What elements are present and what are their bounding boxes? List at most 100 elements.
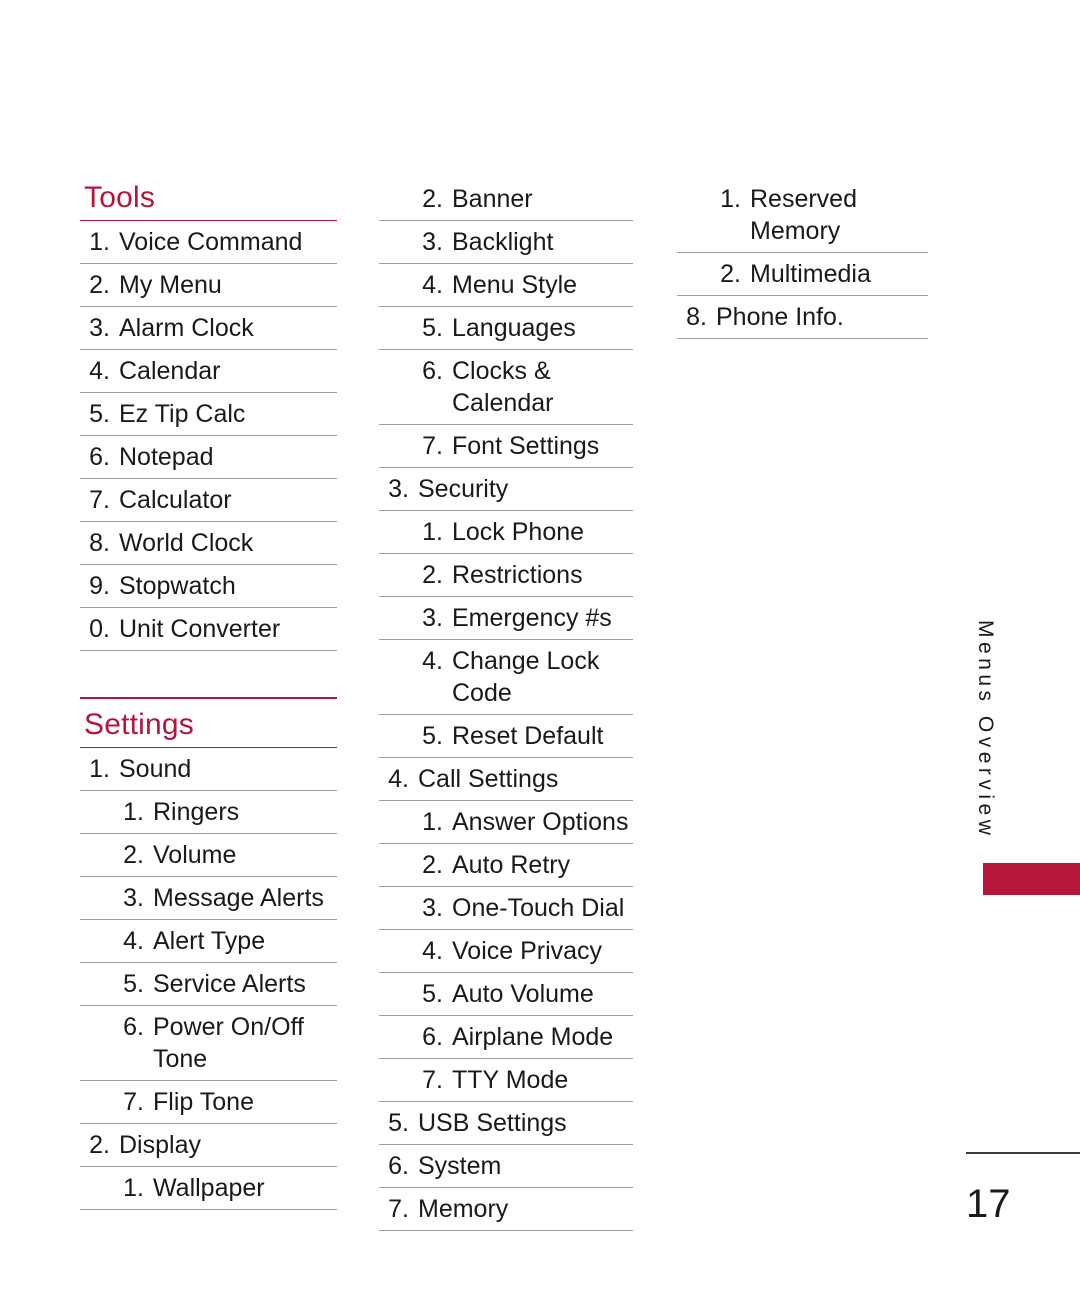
side-tab-label: Menus Overview [974,620,997,840]
menu-item-number: 4. [388,765,409,793]
menu-item-number: 1. [123,798,144,826]
menu-item-number: 5. [422,980,443,1008]
menu-item-label: Multimedia [750,260,871,288]
menu-item-number: 3. [123,884,144,912]
menu-item-number: 1. [89,228,110,256]
menu-item-label: Wallpaper [153,1174,265,1202]
menu-item-label: Clocks & Calendar [452,357,554,417]
menu-item-number: 4. [89,357,110,385]
menu-item: 2. My Menu [80,264,337,307]
footer-rule [966,1152,1080,1154]
menu-item-label: Reset Default [452,722,604,750]
menu-item: 3. Backlight [379,221,633,264]
menu-item: 3. Message Alerts [80,877,337,920]
menu-item-label: Airplane Mode [452,1023,614,1051]
menu-item: 2. Display [80,1124,337,1167]
menu-item: 4. Menu Style [379,264,633,307]
menu-item: 6. Airplane Mode [379,1016,633,1059]
menu-item-number: 8. [686,303,707,331]
menu-item-label: Notepad [119,443,214,471]
menu-item: 2. Banner [379,178,633,221]
menu-column-1: Tools 1. Voice Command 2. My Menu 3. Alarm Clo… [80,178,337,1210]
menu-item-label: Font Settings [452,432,600,460]
menu-item: 4. Calendar [80,350,337,393]
menu-item-number: 7. [422,432,443,460]
menu-item: 5. Auto Volume [379,973,633,1016]
menu-item: 2. Restrictions [379,554,633,597]
menu-item-number: 6. [422,1023,443,1051]
menu-item-label: Ez Tip Calc [119,400,246,428]
menu-item-label: Message Alerts [153,884,324,912]
menu-column-2: 2. Banner 3. Backlight 4. Menu Style 5. Languag… [379,178,633,1231]
menu-item-label: Voice Command [119,228,303,256]
menu-item-number: 4. [422,271,443,299]
menu-item-label: Call Settings [418,765,559,793]
menu-item: 3. Security [379,468,633,511]
menu-item-label: System [418,1152,502,1180]
menu-item-label: Voice Privacy [452,937,603,965]
menu-item-number: 7. [422,1066,443,1094]
menu-item-label: Lock Phone [452,518,585,546]
menu-item: 1. Ringers [80,791,337,834]
menu-item: 7. TTY Mode [379,1059,633,1102]
menu-item-label: Change Lock Code [452,647,600,707]
menu-item: 4. Voice Privacy [379,930,633,973]
menu-item-number: 2. [422,561,443,589]
menu-item-number: 6. [123,1013,144,1041]
menu-item-label: Languages [452,314,576,342]
menu-item-label: Auto Volume [452,980,594,1008]
menu-item-number: 1. [422,808,443,836]
menu-item: 9. Stopwatch [80,565,337,608]
menu-item: 6. System [379,1145,633,1188]
menu-item-number: 5. [388,1109,409,1137]
menu-item-label: Menu Style [452,271,578,299]
menu-item-label: Alarm Clock [119,314,254,342]
menu-item-label: My Menu [119,271,222,299]
side-tab-marker [983,863,1080,895]
menu-item: 5. Service Alerts [80,963,337,1006]
menu-item-number: 2. [123,841,144,869]
menu-item-label: Service Alerts [153,970,306,998]
section-heading: Tools [80,178,337,221]
menu-item: 1. Reserved Memory [677,178,928,253]
menu-item: 2. Volume [80,834,337,877]
menu-item: 7. Memory [379,1188,633,1231]
menu-item-label: One-Touch Dial [452,894,625,922]
menu-item-number: 1. [422,518,443,546]
menu-item: 6. Clocks & Calendar [379,350,633,425]
menu-item-label: Restrictions [452,561,583,589]
menu-item-number: 5. [422,314,443,342]
menu-item: 7. Calculator [80,479,337,522]
menu-item-label: Security [418,475,509,503]
menu-item: 1. Wallpaper [80,1167,337,1210]
menu-item-number: 5. [123,970,144,998]
menu-item-number: 5. [89,400,110,428]
menu-item: 7. Flip Tone [80,1081,337,1124]
menu-item-label: USB Settings [418,1109,567,1137]
menu-item-label: Calendar [119,357,221,385]
menu-item-label: Reserved Memory [750,185,857,245]
menu-column-3: 1. Reserved Memory 2. Multimedia 8. Phone Inf… [677,178,928,339]
menu-item-number: 4. [123,927,144,955]
menu-item-number: 7. [89,486,110,514]
menu-item-label: Auto Retry [452,851,571,879]
menu-item-label: Stopwatch [119,572,236,600]
menu-item-number: 5. [422,722,443,750]
menu-item-number: 7. [123,1088,144,1116]
menu-item-number: 2. [422,185,443,213]
menu-item-number: 3. [388,475,409,503]
section-heading: Settings [80,697,337,748]
menu-item-number: 2. [422,851,443,879]
menu-item-label: Backlight [452,228,554,256]
menu-item-number: 4. [422,647,443,675]
page-number: 17 [966,1182,1011,1226]
menu-item-label: Memory [418,1195,509,1223]
menu-item-label: Banner [452,185,533,213]
menu-item-label: Volume [153,841,237,869]
menu-item: 1. Lock Phone [379,511,633,554]
menu-item: 4. Alert Type [80,920,337,963]
menu-item-label: Sound [119,755,192,783]
menu-item: 1. Voice Command [80,221,337,264]
menu-item: 1. Sound [80,748,337,791]
